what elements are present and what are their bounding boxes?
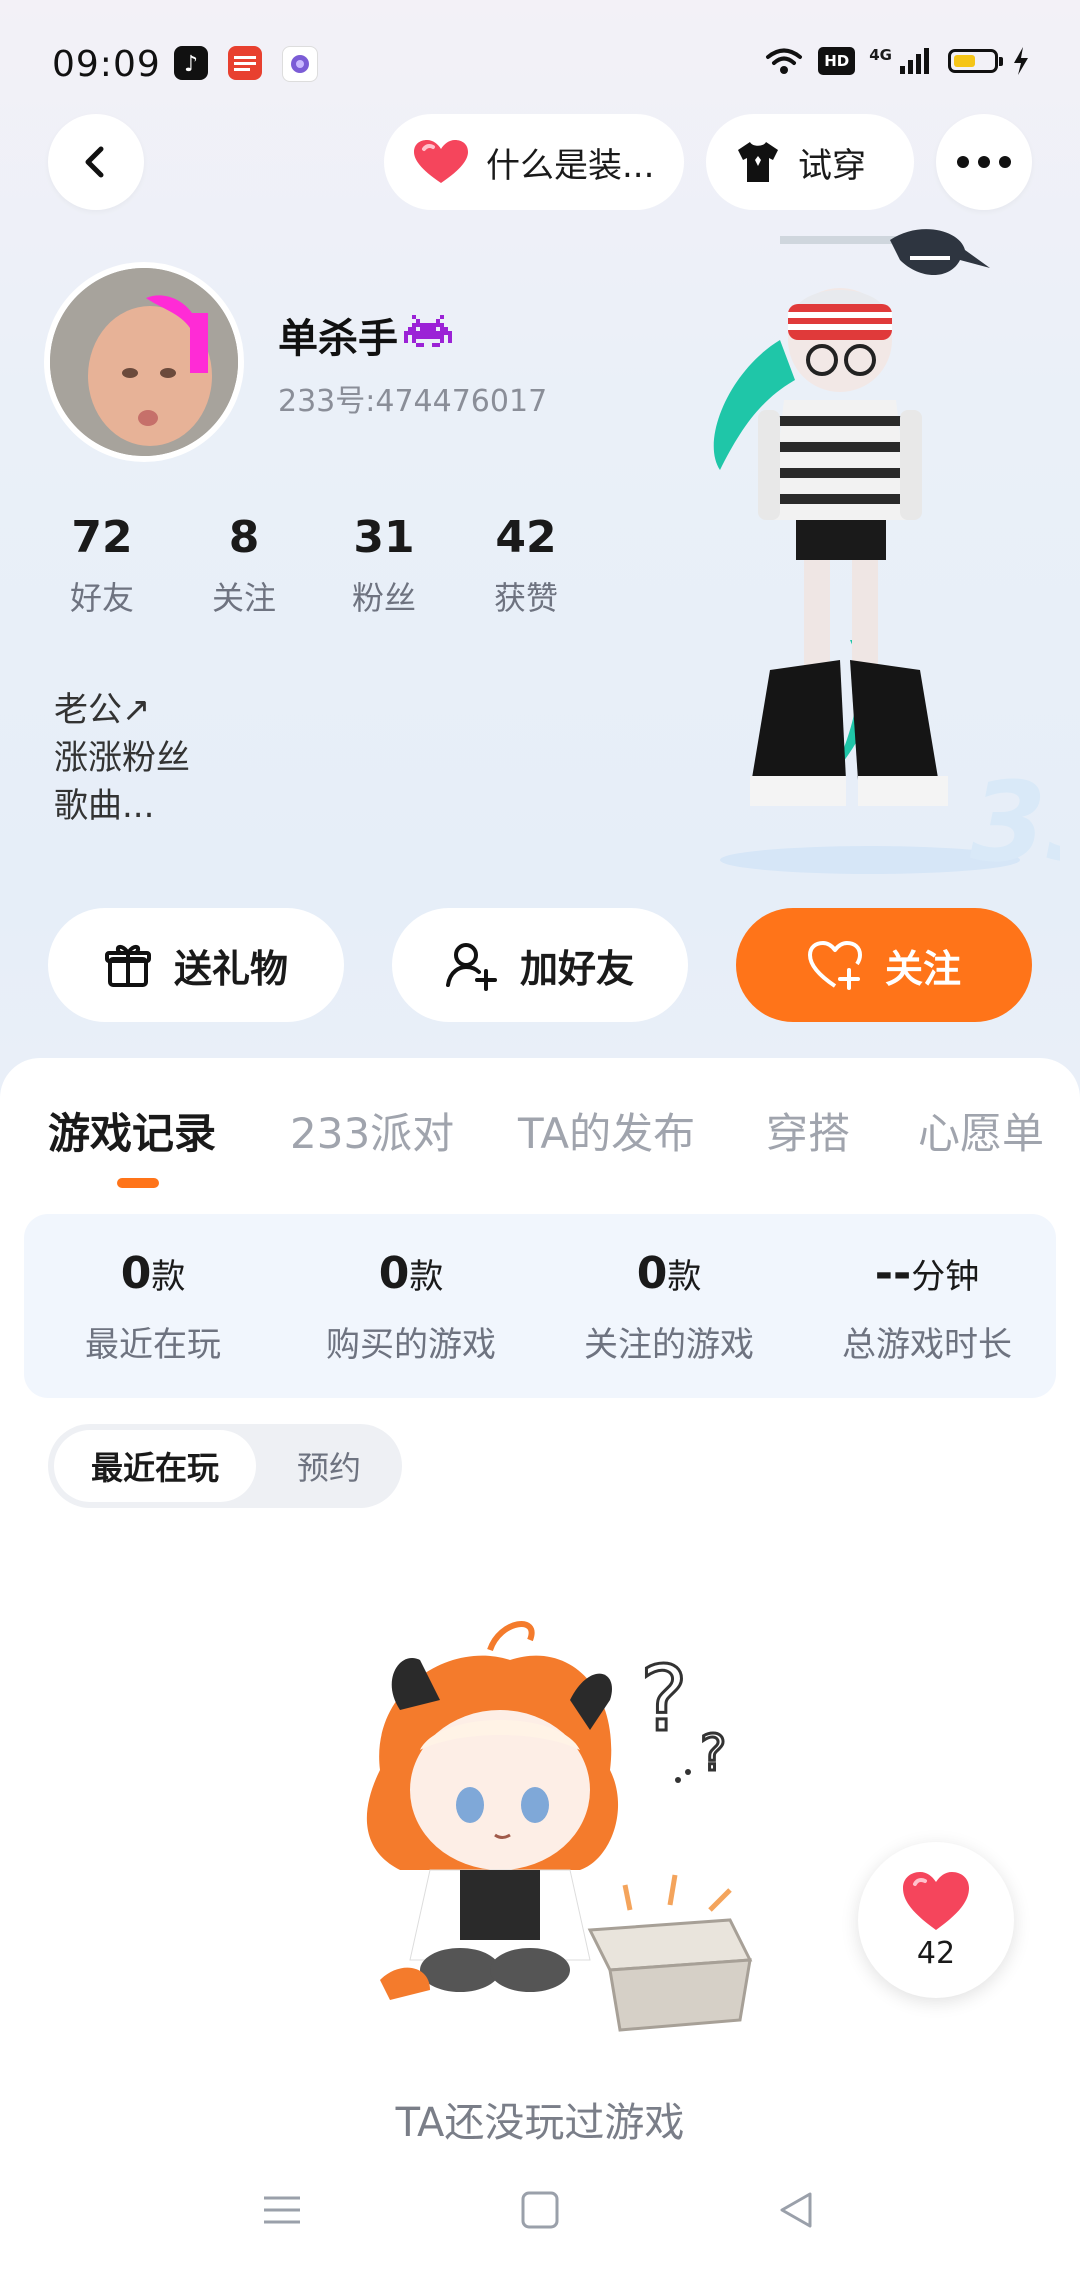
game-stat-value: --: [874, 1248, 912, 1299]
heart-icon: [903, 1871, 969, 1930]
game-stat-label: 购买的游戏: [326, 1325, 496, 1365]
stat-likes[interactable]: 42 获赞: [466, 512, 586, 619]
game-stat-value: 0: [636, 1248, 668, 1299]
space-invader-icon: [404, 315, 452, 347]
username: 单杀手: [278, 316, 398, 362]
game-stat-playtime[interactable]: --分钟 总游戏时长: [798, 1248, 1056, 1366]
game-stat-unit: 款: [667, 1257, 702, 1297]
add-user-icon: [445, 943, 497, 991]
game-stat-unit: 分钟: [911, 1257, 980, 1297]
segment-recent[interactable]: 最近在玩: [54, 1430, 256, 1502]
douyin-app-icon: ♪: [174, 46, 208, 80]
svg-text:33: 33: [970, 758, 1060, 880]
user-id: 233号:474476017: [278, 384, 548, 419]
send-gift-button[interactable]: 送礼物: [48, 908, 344, 1022]
try-on-button[interactable]: 试穿: [706, 114, 914, 210]
like-count: 42: [916, 1935, 956, 1971]
signal-icon: [900, 48, 929, 74]
wifi-icon: [766, 48, 803, 74]
home-nav-icon[interactable]: [520, 2190, 560, 2230]
bio[interactable]: 老公↗ 涨涨粉丝 歌曲...: [54, 686, 190, 830]
floating-like-button[interactable]: 42: [858, 1842, 1014, 1998]
game-stat-value: 0: [378, 1248, 410, 1299]
empty-state-illustration: ? ?: [366, 1621, 753, 2032]
follow-button[interactable]: 关注: [736, 908, 1032, 1022]
bio-line: 老公↗: [54, 690, 151, 730]
stat-label: 粉丝: [351, 579, 416, 617]
hd-badge: HD: [818, 47, 856, 75]
chevron-left-icon: [85, 146, 104, 178]
stat-fans[interactable]: 31 粉丝: [324, 512, 444, 619]
game-stat-purchased[interactable]: 0款 购买的游戏: [282, 1248, 540, 1366]
avatar-image: [50, 268, 238, 456]
game-stat-followed[interactable]: 0款 关注的游戏: [540, 1248, 798, 1366]
bio-line: 涨涨粉丝: [54, 738, 190, 778]
stat-following[interactable]: 8 关注: [184, 512, 304, 619]
bio-line: 歌曲...: [54, 786, 155, 826]
tab-233-party[interactable]: 233派对: [290, 1100, 454, 1161]
game-stat-unit: 款: [151, 1257, 186, 1297]
heart-plus-icon: [807, 941, 862, 990]
dress-info-label: 什么是装...: [486, 145, 655, 186]
stat-label: 好友: [69, 579, 134, 617]
heart-icon: [414, 140, 468, 183]
status-time: 09:09: [52, 44, 161, 85]
tab-indicator: [117, 1178, 159, 1188]
stat-friends[interactable]: 72 好友: [42, 512, 162, 619]
game-stat-label: 总游戏时长: [842, 1325, 1012, 1365]
game-stat-label: 最近在玩: [85, 1325, 221, 1365]
try-on-label: 试穿: [798, 145, 866, 186]
tab-outfits[interactable]: 穿搭: [766, 1100, 850, 1161]
game-stat-value: 0: [120, 1248, 152, 1299]
menu-nav-icon[interactable]: [262, 2190, 302, 2230]
stat-value: 8: [228, 512, 260, 563]
charging-icon: [1014, 47, 1028, 75]
more-dots-icon: [957, 156, 1011, 168]
stat-value: 31: [353, 512, 415, 563]
svg-text:?: ?: [700, 1724, 727, 1782]
toutiao-app-icon: [228, 46, 262, 80]
empty-state-text: TA还没玩过游戏: [395, 2100, 685, 2146]
stat-label: 关注: [211, 579, 276, 617]
segment-reservations[interactable]: 预约: [270, 1430, 388, 1502]
stat-label: 获赞: [493, 579, 558, 617]
add-friend-button[interactable]: 加好友: [392, 908, 688, 1022]
game-stat-unit: 款: [409, 1257, 444, 1297]
avatar[interactable]: [44, 262, 244, 462]
stat-value: 72: [71, 512, 133, 563]
back-button[interactable]: [48, 114, 144, 210]
assistant-app-icon: [282, 46, 318, 82]
gift-icon: [104, 945, 151, 987]
battery-icon: [948, 49, 1003, 73]
svg-text:♪: ♪: [184, 52, 198, 77]
tab-wishlist[interactable]: 心愿单: [918, 1100, 1044, 1161]
back-nav-icon[interactable]: [776, 2190, 816, 2230]
network-label: 4G: [869, 46, 892, 64]
tab-game-records[interactable]: 游戏记录: [48, 1100, 216, 1161]
tab-posts[interactable]: TA的发布: [518, 1100, 695, 1161]
game-stat-recent[interactable]: 0款 最近在玩: [24, 1248, 282, 1366]
dress-info-button[interactable]: 什么是装...: [384, 114, 684, 210]
send-gift-label: 送礼物: [173, 946, 288, 991]
more-button[interactable]: [936, 114, 1032, 210]
svg-text:?: ?: [640, 1647, 688, 1752]
tshirt-icon: [738, 142, 778, 182]
character-avatar[interactable]: 33: [700, 220, 1060, 880]
follow-label: 关注: [884, 946, 961, 991]
game-stat-label: 关注的游戏: [584, 1325, 754, 1365]
add-friend-label: 加好友: [519, 946, 634, 991]
stat-value: 42: [495, 512, 557, 563]
status-icons: HD 4G: [764, 46, 1030, 76]
